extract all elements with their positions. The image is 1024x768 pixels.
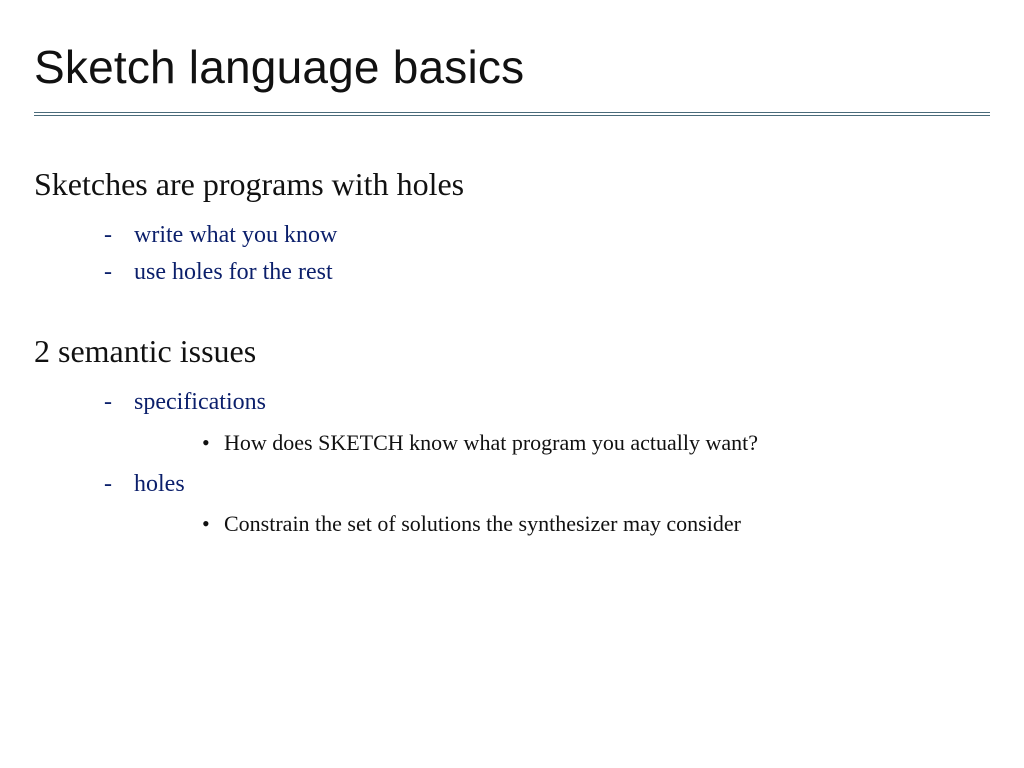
list-item-text: write what you know — [134, 222, 337, 248]
section-1: Sketches are programs with holes write w… — [34, 166, 990, 291]
title-divider — [34, 112, 990, 116]
slide: Sketch language basics Sketches are prog… — [0, 0, 1024, 768]
section-heading: Sketches are programs with holes — [34, 166, 990, 203]
list-item: write what you know — [104, 217, 990, 254]
sub-list: Constrain the set of solutions the synth… — [202, 507, 990, 541]
sub-list-item: How does SKETCH know what program you ac… — [202, 426, 990, 460]
section-list: write what you know use holes for the re… — [104, 217, 990, 291]
list-item-text: holes — [134, 471, 185, 497]
slide-title: Sketch language basics — [34, 40, 990, 94]
sub-list-item: Constrain the set of solutions the synth… — [202, 507, 990, 541]
list-item-text: use holes for the rest — [134, 259, 333, 285]
sub-list: How does SKETCH know what program you ac… — [202, 426, 990, 460]
list-item: use holes for the rest — [104, 254, 990, 291]
sub-list-item-text: How does SKETCH know what program you ac… — [224, 430, 758, 455]
section-2: 2 semantic issues specifications How doe… — [34, 333, 990, 541]
section-heading: 2 semantic issues — [34, 333, 990, 370]
sub-list-item-text: Constrain the set of solutions the synth… — [224, 511, 741, 536]
list-item: specifications How does SKETCH know what… — [104, 384, 990, 459]
list-item-text: specifications — [134, 389, 266, 415]
section-list: specifications How does SKETCH know what… — [104, 384, 990, 541]
list-item: holes Constrain the set of solutions the… — [104, 466, 990, 541]
